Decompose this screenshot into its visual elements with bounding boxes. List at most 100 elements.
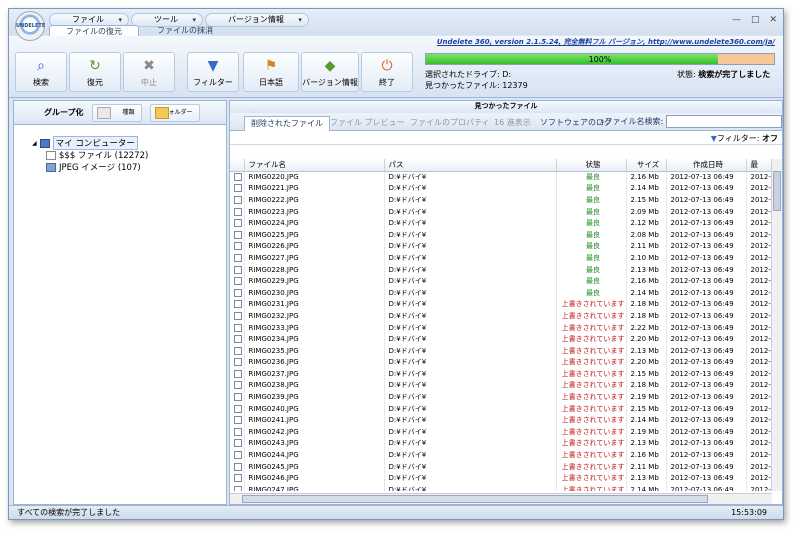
row-checkbox[interactable] (234, 230, 242, 239)
maximize-button[interactable]: □ (751, 15, 760, 25)
table-row[interactable]: RIMG0226.JPG D:¥ドバイ¥ 最良 2.11 Mb 2012-07-13 0… (230, 240, 772, 253)
row-checkbox-cell[interactable] (230, 460, 245, 473)
row-checkbox[interactable] (234, 381, 242, 390)
row-checkbox[interactable] (234, 207, 242, 216)
row-checkbox-cell[interactable] (230, 437, 245, 450)
row-checkbox[interactable] (234, 335, 242, 344)
header-size[interactable]: サイズ (626, 159, 667, 172)
tree-item[interactable]: JPEG イメージ (107) (32, 161, 226, 173)
row-checkbox[interactable] (234, 474, 242, 483)
close-button[interactable]: ✕ (769, 15, 777, 25)
table-row[interactable]: RIMG0235.JPG D:¥ドバイ¥ 上書きされています 2.13 Mb 2012-… (230, 344, 772, 357)
row-checkbox[interactable] (234, 173, 242, 182)
row-checkbox[interactable] (234, 346, 242, 355)
row-checkbox[interactable] (234, 369, 242, 378)
table-row[interactable]: RIMG0240.JPG D:¥ドバイ¥ 上書きされています 2.15 Mb 2012-… (230, 402, 772, 415)
group-by-folder-button[interactable]: フォルダー (149, 103, 200, 122)
table-row[interactable]: RIMG0227.JPG D:¥ドバイ¥ 最良 2.10 Mb 2012-07-13 0… (230, 252, 772, 264)
row-checkbox-cell[interactable] (230, 182, 245, 195)
row-checkbox[interactable] (234, 393, 242, 402)
row-checkbox[interactable] (234, 462, 242, 471)
row-checkbox-cell[interactable] (230, 449, 245, 461)
row-checkbox[interactable] (234, 404, 242, 413)
row-checkbox-cell[interactable] (230, 298, 245, 311)
row-checkbox[interactable] (234, 219, 242, 228)
row-checkbox-cell[interactable] (230, 368, 245, 380)
row-checkbox[interactable] (234, 451, 242, 460)
row-checkbox[interactable] (234, 300, 242, 309)
row-checkbox[interactable] (234, 242, 242, 251)
row-checkbox-cell[interactable] (230, 379, 245, 392)
table-row[interactable]: RIMG0230.JPG D:¥ドバイ¥ 最良 2.14 Mb 2012-07-13 0… (230, 286, 772, 299)
tab-hex-view[interactable]: 16 進表示 (494, 116, 531, 131)
stop-button[interactable]: ✖ 中止 (123, 52, 175, 92)
table-row[interactable]: RIMG0223.JPG D:¥ドバイ¥ 最良 2.09 Mb 2012-07-13 0… (230, 205, 772, 218)
row-checkbox-cell[interactable] (230, 228, 245, 241)
table-row[interactable]: RIMG0247.JPG D:¥ドバイ¥ 上書きされています 2.14 Mb 2012-… (230, 484, 772, 491)
table-row[interactable]: RIMG0233.JPG D:¥ドバイ¥ 上書きされています 2.22 Mb 2012-… (230, 321, 772, 334)
table-row[interactable]: RIMG0225.JPG D:¥ドバイ¥ 最良 2.08 Mb 2012-07-13 0… (230, 228, 772, 241)
row-checkbox[interactable] (234, 311, 242, 320)
header-created[interactable]: 作成日時 (666, 159, 747, 172)
row-checkbox[interactable] (234, 288, 242, 297)
row-checkbox-cell[interactable] (230, 194, 245, 206)
row-checkbox[interactable] (234, 195, 242, 204)
row-checkbox[interactable] (234, 253, 242, 262)
filename-search-input[interactable] (666, 115, 782, 128)
tab-file-properties[interactable]: ファイルのプロパティ (410, 116, 490, 131)
row-checkbox[interactable] (234, 358, 242, 367)
table-row[interactable]: RIMG0239.JPG D:¥ドバイ¥ 上書きされています 2.19 Mb 2012-… (230, 391, 772, 403)
restore-button[interactable]: ↻ 復元 (69, 52, 121, 92)
table-row[interactable]: RIMG0222.JPG D:¥ドバイ¥ 最良 2.15 Mb 2012-07-13 0… (230, 194, 772, 206)
table-row[interactable]: RIMG0228.JPG D:¥ドバイ¥ 最良 2.13 Mb 2012-07-13 0… (230, 263, 772, 276)
exit-button[interactable]: ⏻ 終了 (361, 52, 413, 92)
horizontal-scroll-thumb[interactable] (242, 495, 708, 503)
row-checkbox-cell[interactable] (230, 414, 245, 427)
header-state[interactable]: 状態 (556, 159, 627, 172)
row-checkbox-cell[interactable] (230, 252, 245, 264)
row-checkbox[interactable] (234, 265, 242, 274)
row-checkbox[interactable] (234, 323, 242, 332)
table-row[interactable]: RIMG0231.JPG D:¥ドバイ¥ 上書きされています 2.18 Mb 2012-… (230, 298, 772, 311)
row-checkbox-cell[interactable] (230, 426, 245, 438)
row-checkbox-cell[interactable] (230, 333, 245, 345)
row-checkbox-cell[interactable] (230, 391, 245, 403)
filter-button[interactable]: ▼ フィルター (187, 52, 239, 92)
row-checkbox-cell[interactable] (230, 484, 245, 491)
version-info-button[interactable]: ◆ バージョン情報 (301, 52, 359, 92)
row-checkbox-cell[interactable] (230, 263, 245, 276)
row-checkbox[interactable] (234, 485, 242, 491)
minimize-button[interactable]: — (732, 15, 741, 25)
table-row[interactable]: RIMG0244.JPG D:¥ドバイ¥ 上書きされています 2.16 Mb 2012-… (230, 449, 772, 461)
app-link[interactable]: Undelete 360, version 2.1.5.24, 完全無料フル バ… (437, 37, 775, 47)
row-checkbox[interactable] (234, 427, 242, 436)
row-checkbox-cell[interactable] (230, 205, 245, 218)
row-checkbox-cell[interactable] (230, 217, 245, 229)
tree-root[interactable]: ◢ マイ コンピューター (32, 136, 226, 150)
table-row[interactable]: RIMG0229.JPG D:¥ドバイ¥ 最良 2.16 Mb 2012-07-13 0… (230, 275, 772, 287)
row-checkbox[interactable] (234, 439, 242, 448)
row-checkbox-cell[interactable] (230, 240, 245, 253)
row-checkbox[interactable] (234, 416, 242, 425)
header-filename[interactable]: ファイル名 (244, 159, 385, 172)
group-by-type-button[interactable]: 種類 (91, 103, 142, 122)
language-button[interactable]: ⚑ 日本語 (243, 52, 299, 92)
table-row[interactable]: RIMG0236.JPG D:¥ドバイ¥ 上書きされています 2.20 Mb 2012-… (230, 356, 772, 369)
row-checkbox[interactable] (234, 184, 242, 193)
table-row[interactable]: RIMG0237.JPG D:¥ドバイ¥ 上書きされています 2.15 Mb 2012-… (230, 368, 772, 380)
app-logo[interactable]: UNDELETE (15, 11, 45, 41)
expand-icon[interactable]: ◢ (32, 140, 37, 147)
table-row[interactable]: RIMG0243.JPG D:¥ドバイ¥ 上書きされています 2.13 Mb 2012-… (230, 437, 772, 450)
table-row[interactable]: RIMG0241.JPG D:¥ドバイ¥ 上書きされています 2.14 Mb 2012-… (230, 414, 772, 427)
row-checkbox-cell[interactable] (230, 321, 245, 334)
tree-item[interactable]: $$$ ファイル (12272) (32, 149, 226, 161)
row-checkbox-cell[interactable] (230, 344, 245, 357)
table-row[interactable]: RIMG0245.JPG D:¥ドバイ¥ 上書きされています 2.11 Mb 2012-… (230, 460, 772, 473)
table-row[interactable]: RIMG0246.JPG D:¥ドバイ¥ 上書きされています 2.13 Mb 2012-… (230, 472, 772, 485)
header-checkbox[interactable] (230, 159, 245, 172)
table-row[interactable]: RIMG0221.JPG D:¥ドバイ¥ 最良 2.14 Mb 2012-07-13 0… (230, 182, 772, 195)
tab-file-preview[interactable]: ファイル プレビュー (330, 116, 405, 131)
table-row[interactable]: RIMG0234.JPG D:¥ドバイ¥ 上書きされています 2.20 Mb 2012-… (230, 333, 772, 345)
table-row[interactable]: RIMG0238.JPG D:¥ドバイ¥ 上書きされています 2.18 Mb 2012-… (230, 379, 772, 392)
row-checkbox-cell[interactable] (230, 286, 245, 299)
